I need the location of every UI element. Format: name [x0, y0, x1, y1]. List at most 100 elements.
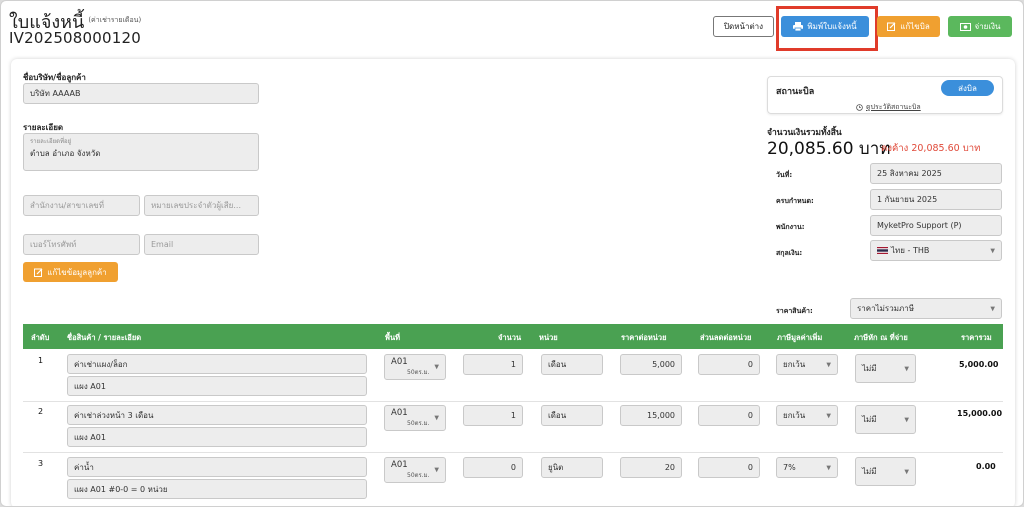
pay-button[interactable]: จ่ายเงิน [948, 16, 1012, 37]
col-price: ราคาต่อหน่วย [621, 333, 667, 342]
wht-value: ไม่มี [862, 415, 877, 424]
title-note: (ค่าเช่ารายเดือน) [88, 16, 142, 24]
unit-price-field[interactable]: 5,000 [620, 354, 682, 375]
unit-field[interactable]: ยูนิต [541, 457, 603, 478]
item-name-field[interactable]: ค่าเช่าแผง/ล็อก [67, 354, 367, 374]
chevron-down-icon: ▼ [826, 412, 831, 419]
discount-value: 0 [747, 411, 753, 420]
date-field[interactable]: 25 สิงหาคม 2025 [870, 163, 1002, 184]
vat-select[interactable]: 7% ▼ [776, 457, 838, 478]
item-detail-value: แผง A01 #0-0 = 0 หน่วย [74, 484, 168, 494]
vat-value: ยกเว้น [783, 411, 806, 420]
unit-price-field[interactable]: 15,000 [620, 405, 682, 426]
item-name-field[interactable]: ค่าน้ำ [67, 457, 367, 477]
unit-value: เดือน [548, 360, 567, 369]
row-number: 3 [38, 459, 44, 468]
unit-price-value: 15,000 [647, 411, 675, 420]
area-select[interactable]: A01 50ตร.ม. ▼ [384, 457, 446, 483]
thai-flag-icon [877, 247, 888, 254]
col-unit: หน่วย [539, 333, 558, 342]
unit-field[interactable]: เดือน [541, 354, 603, 375]
address-value: ตำบล อำเภอ จังหวัด [30, 149, 101, 158]
unit-price-field[interactable]: 20 [620, 457, 682, 478]
col-name: ชื่อสินค้า / รายละเอียด [67, 333, 142, 342]
branch-placeholder: สำนักงาน/สาขาเลขที่ [30, 201, 104, 210]
item-detail-field[interactable]: แผง A01 [67, 376, 367, 396]
row-total: 5,000.00 [959, 360, 999, 369]
qty-field[interactable]: 1 [463, 405, 523, 426]
pay-label: จ่ายเงิน [974, 22, 1001, 31]
email-field[interactable]: Email [144, 234, 259, 255]
staff-label: พนักงาน: [776, 223, 805, 231]
item-name-value: ค่าเช่าแผง/ล็อก [74, 359, 128, 369]
vat-select[interactable]: ยกเว้น ▼ [776, 354, 838, 375]
row-divider [23, 401, 1003, 402]
discount-value: 0 [747, 360, 753, 369]
currency-select[interactable]: ไทย - THB ▼ [870, 240, 1002, 261]
discount-field[interactable]: 0 [698, 405, 760, 426]
wht-select[interactable]: ไม่มี ▼ [855, 354, 916, 383]
clock-icon [856, 104, 863, 111]
col-discount: ส่วนลดต่อหน่วย [700, 333, 752, 342]
chevron-down-icon: ▼ [990, 305, 995, 312]
discount-value: 0 [747, 463, 753, 472]
chevron-down-icon: ▼ [826, 361, 831, 368]
item-name-value: ค่าเช่าล่วงหน้า 3 เดือน [74, 410, 154, 420]
col-qty: จำนวน [498, 333, 522, 342]
chevron-down-icon: ▼ [904, 468, 909, 475]
taxid-field[interactable]: หมายเลขประจำตัวผู้เสีย... [144, 195, 259, 216]
vat-select[interactable]: ยกเว้น ▼ [776, 405, 838, 426]
discount-field[interactable]: 0 [698, 354, 760, 375]
edit-bill-button[interactable]: แก้ไขบิล [877, 16, 940, 37]
edit-bill-label: แก้ไขบิล [900, 22, 930, 31]
unit-field[interactable]: เดือน [541, 405, 603, 426]
area-select[interactable]: A01 50ตร.ม. ▼ [384, 405, 446, 431]
item-name-field[interactable]: ค่าเช่าล่วงหน้า 3 เดือน [67, 405, 367, 425]
invoice-window: ใบแจ้งหนี้ (ค่าเช่ารายเดือน) IV2025080001… [0, 0, 1024, 507]
area-select[interactable]: A01 50ตร.ม. ▼ [384, 354, 446, 380]
vat-value: ยกเว้น [783, 360, 806, 369]
item-name-value: ค่าน้ำ [74, 462, 94, 472]
currency-label: สกุลเงิน: [776, 249, 803, 257]
qty-field[interactable]: 0 [463, 457, 523, 478]
chevron-down-icon: ▼ [434, 363, 439, 371]
taxid-placeholder: หมายเลขประจำตัวผู้เสีย... [151, 201, 241, 210]
close-window-button[interactable]: ปิดหน้าต่าง [713, 16, 774, 37]
invoice-number: IV202508000120 [9, 29, 142, 47]
address-field[interactable]: รายละเอียดที่อยู่ ตำบล อำเภอ จังหวัด [23, 133, 259, 171]
item-detail-field[interactable]: แผง A01 [67, 427, 367, 447]
col-wht: ภาษีหัก ณ ที่จ่าย [854, 333, 908, 342]
area-value: A01 [391, 408, 408, 418]
col-area: พื้นที่ [385, 333, 401, 342]
phone-field[interactable]: เบอร์โทรศัพท์ [23, 234, 140, 255]
status-history-link[interactable]: ดูประวัติสถานะบิล [856, 102, 921, 113]
outstanding-value: คงค้าง 20,085.60 บาท [881, 143, 981, 154]
currency-value: ไทย - THB [891, 246, 930, 255]
staff-value: MyketPro Support (P) [877, 221, 962, 230]
wht-select[interactable]: ไม่มี ▼ [855, 457, 916, 486]
wht-select[interactable]: ไม่มี ▼ [855, 405, 916, 434]
wht-value: ไม่มี [862, 364, 877, 373]
price-type-label: ราคาสินค้า: [776, 307, 813, 315]
item-detail-field[interactable]: แผง A01 #0-0 = 0 หน่วย [67, 479, 367, 499]
qty-field[interactable]: 1 [463, 354, 523, 375]
wht-value: ไม่มี [862, 467, 877, 476]
address-hint: รายละเอียดที่อยู่ [30, 138, 72, 145]
edit-icon [34, 268, 43, 277]
due-field[interactable]: 1 กันยายน 2025 [870, 189, 1002, 210]
discount-field[interactable]: 0 [698, 457, 760, 478]
unit-value: ยูนิต [548, 463, 564, 472]
row-number: 1 [38, 356, 44, 365]
print-invoice-label: พิมพ์ใบแจ้งหนี้ [807, 22, 857, 31]
status-badge[interactable]: ส่งบิล [941, 80, 994, 96]
item-detail-value: แผง A01 [74, 432, 106, 442]
staff-field[interactable]: MyketPro Support (P) [870, 215, 1002, 236]
area-value: A01 [391, 460, 408, 470]
items-table-header: ลำดับ ชื่อสินค้า / รายละเอียด พื้นที่ จำ… [23, 324, 1003, 349]
print-invoice-button[interactable]: พิมพ์ใบแจ้งหนี้ [781, 16, 869, 37]
edit-customer-button[interactable]: แก้ไขข้อมูลลูกค้า [23, 262, 118, 282]
item-detail-value: แผง A01 [74, 381, 106, 391]
price-type-select[interactable]: ราคาไม่รวมภาษี ▼ [850, 298, 1002, 319]
branch-field[interactable]: สำนักงาน/สาขาเลขที่ [23, 195, 140, 216]
company-field[interactable]: บริษัท AAAAB [23, 83, 259, 104]
